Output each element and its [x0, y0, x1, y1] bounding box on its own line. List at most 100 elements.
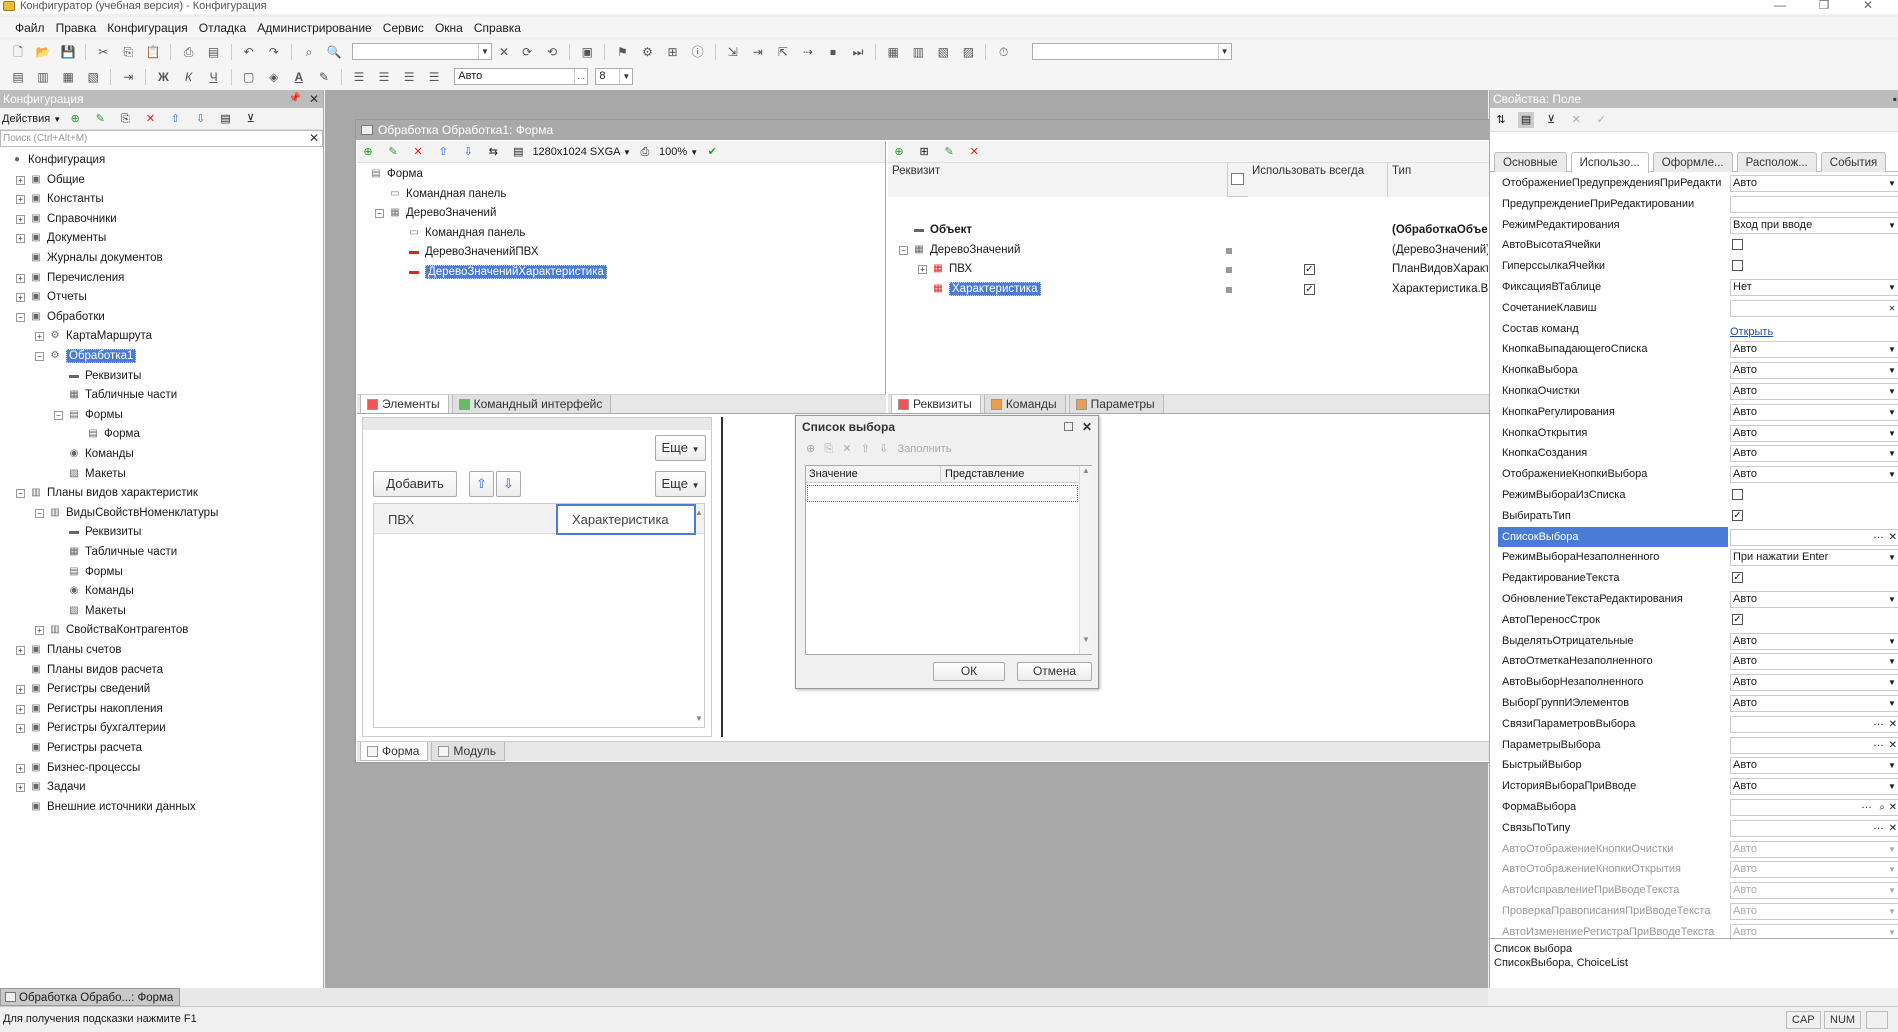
dropdown-icon[interactable]: ▼ [1886, 363, 1898, 378]
use-always-checkbox[interactable]: ✓ [1304, 264, 1315, 276]
property-row[interactable]: ВыборГруппИЭлементов Авто ▼ [1490, 693, 1898, 713]
tree-item[interactable]: + ▣ Отчеты [16, 288, 87, 307]
dropdown-icon[interactable]: ▼ [1886, 654, 1898, 669]
fill-icon[interactable]: ◈ [266, 69, 282, 85]
indent-icon[interactable]: ⇥ [120, 69, 136, 85]
property-row[interactable]: ФиксацияВТаблице Нет ▼ [1490, 277, 1898, 297]
tree-item[interactable]: ● Конфигурация [10, 151, 105, 170]
menu-file[interactable]: Файл [0, 17, 49, 35]
property-value[interactable]: Авто▼ [1730, 424, 1898, 442]
font-combo[interactable]: Авто… [454, 68, 589, 85]
align-justify-icon[interactable]: ☰ [426, 69, 442, 85]
property-row[interactable]: ФормаВыбора ✕ … ⌕ [1490, 797, 1898, 817]
property-row[interactable]: КнопкаОчистки Авто ▼ [1490, 381, 1898, 401]
props-filter-icon[interactable]: ⊻ [1543, 112, 1559, 128]
tab-parameters[interactable]: Параметры [1068, 395, 1164, 414]
edit-icon[interactable]: ✎ [92, 111, 108, 127]
property-value[interactable]: Авто▼ [1730, 757, 1898, 775]
dialog-fill-button[interactable]: Заполнить [898, 443, 952, 455]
props-apply-icon[interactable]: ✓ [1593, 112, 1609, 128]
paste-icon[interactable]: 📋 [145, 44, 161, 60]
clear-find-icon[interactable]: ✕ [496, 44, 512, 60]
property-value[interactable]: Авто▼ [1730, 466, 1898, 484]
highlight-icon[interactable]: ✎ [316, 69, 332, 85]
tree-item[interactable]: + ▣ Регистры бухгалтерии [16, 719, 166, 738]
delete-icon[interactable]: ✕ [142, 111, 158, 127]
dropdown-icon[interactable]: ▼ [1886, 675, 1898, 690]
menu-configuration[interactable]: Конфигурация [103, 17, 192, 35]
property-value[interactable]: Авто▼ [1730, 362, 1898, 380]
property-checkbox[interactable] [1732, 489, 1743, 500]
dialog-copy-icon[interactable]: ⎘ [824, 443, 833, 455]
tree-item[interactable]: + ▣ Регистры сведений [16, 680, 150, 699]
property-value[interactable] [1730, 195, 1898, 213]
expand-icon[interactable]: + [16, 195, 25, 205]
property-checkbox[interactable]: ✓ [1732, 572, 1743, 584]
ellipsis-icon[interactable]: … [1873, 530, 1884, 543]
preview-form-icon[interactable]: ⎙ [637, 144, 653, 160]
col-use-always[interactable]: Использовать всегда [1248, 163, 1388, 197]
tree-item[interactable]: ▤ Формы [67, 563, 122, 582]
property-row[interactable]: ОтображениеПредупрежденияПриРедактиров Ав… [1490, 173, 1898, 193]
collapse-icon[interactable]: − [54, 410, 63, 420]
property-value[interactable]: ✕ … ⌕ [1730, 799, 1898, 816]
empty-row[interactable] [807, 485, 1078, 502]
delete-attribute-icon[interactable]: ✕ [966, 144, 982, 160]
property-row[interactable]: АвтоВыборНезаполненного Авто ▼ [1490, 672, 1898, 692]
property-row[interactable]: ОтображениеКнопкиВыбора Авто ▼ [1490, 464, 1898, 484]
property-value[interactable]: Авто▼ [1730, 445, 1898, 463]
dropdown-icon[interactable]: ▼ [1886, 426, 1898, 441]
property-row[interactable]: ГиперссылкаЯчейки [1490, 256, 1898, 276]
tree-item[interactable]: + ⚙ КартаМаршрута [35, 327, 152, 346]
element-down-icon[interactable]: ⇩ [460, 144, 476, 160]
tree-item[interactable]: ▣ Планы видов расчета [29, 661, 163, 680]
expand-icon[interactable]: + [16, 685, 25, 695]
continue-icon[interactable]: ⏭ [850, 44, 866, 60]
sort-icon[interactable]: ▤ [218, 111, 234, 127]
menu-service[interactable]: Сервис [379, 17, 428, 35]
tree-item[interactable]: ▣ Внешние источники данных [29, 798, 195, 817]
menu-windows[interactable]: Окна [431, 17, 467, 35]
property-row[interactable]: БыстрыйВыбор Авто ▼ [1490, 755, 1898, 775]
tree-item[interactable]: ◉ Команды [67, 445, 134, 464]
props-clear-icon[interactable]: ✕ [1568, 112, 1584, 128]
taskbar-form-item[interactable]: Обработка Обрабо...: Форма [0, 988, 181, 1006]
search-icon[interactable]: 🔍 [326, 44, 342, 60]
property-value[interactable]: Авто▼ [1730, 403, 1898, 421]
preview-icon[interactable]: ▤ [206, 44, 222, 60]
property-value[interactable]: Авто▼ [1730, 695, 1898, 712]
add-button[interactable]: Добавить [373, 471, 457, 497]
maximize-icon[interactable]: ❐ [1802, 0, 1846, 12]
dialog-close-icon[interactable]: ✕ [1082, 416, 1092, 438]
grid-3-icon[interactable]: ▦ [60, 69, 76, 85]
dialog-down-icon[interactable]: ⇩ [879, 443, 888, 455]
dialog-delete-icon[interactable]: ✕ [842, 443, 851, 455]
collapse-icon[interactable]: − [35, 508, 44, 518]
element-move-icon[interactable]: ⇆ [485, 144, 501, 160]
property-row[interactable]: АвтоОтображениеКнопкиОчистки Авто ▼ [1490, 839, 1898, 859]
ellipsis-icon[interactable]: … [1873, 717, 1884, 730]
up-button[interactable]: ⇧ [469, 471, 494, 497]
expand-icon[interactable]: + [16, 175, 25, 185]
property-value[interactable]: Авто▼ [1730, 778, 1898, 796]
property-value[interactable]: Авто▼ [1730, 383, 1898, 400]
edit-attribute-icon[interactable]: ✎ [941, 144, 957, 160]
copy-icon[interactable]: ⎘ [120, 44, 136, 60]
property-value[interactable]: Авто▼ [1730, 674, 1898, 692]
menu-administration[interactable]: Администрирование [253, 17, 375, 35]
dropdown-icon[interactable]: ▼ [1886, 218, 1898, 233]
tree-item[interactable]: − ▣ Обработки [16, 308, 105, 327]
col-representation[interactable]: Представление [945, 468, 1024, 480]
tree-item[interactable]: + ▣ Планы счетов [16, 641, 121, 660]
align-left-icon[interactable]: ☰ [351, 69, 367, 85]
dropdown-icon[interactable]: ▼ [1886, 779, 1898, 794]
scroll-down-icon[interactable]: ▼ [695, 714, 703, 723]
property-checkbox[interactable] [1732, 239, 1743, 251]
dropdown-icon[interactable]: ▼ [1886, 883, 1898, 898]
col-type[interactable]: Тип [1388, 163, 1490, 197]
tree-item[interactable]: + ▣ Константы [16, 190, 104, 209]
element-item[interactable]: ▭ Командная панель [388, 185, 506, 204]
property-row[interactable]: РежимВыбораИзСписка [1490, 485, 1898, 505]
collapse-icon[interactable]: − [16, 312, 25, 322]
align-center-icon[interactable]: ☰ [376, 69, 392, 85]
